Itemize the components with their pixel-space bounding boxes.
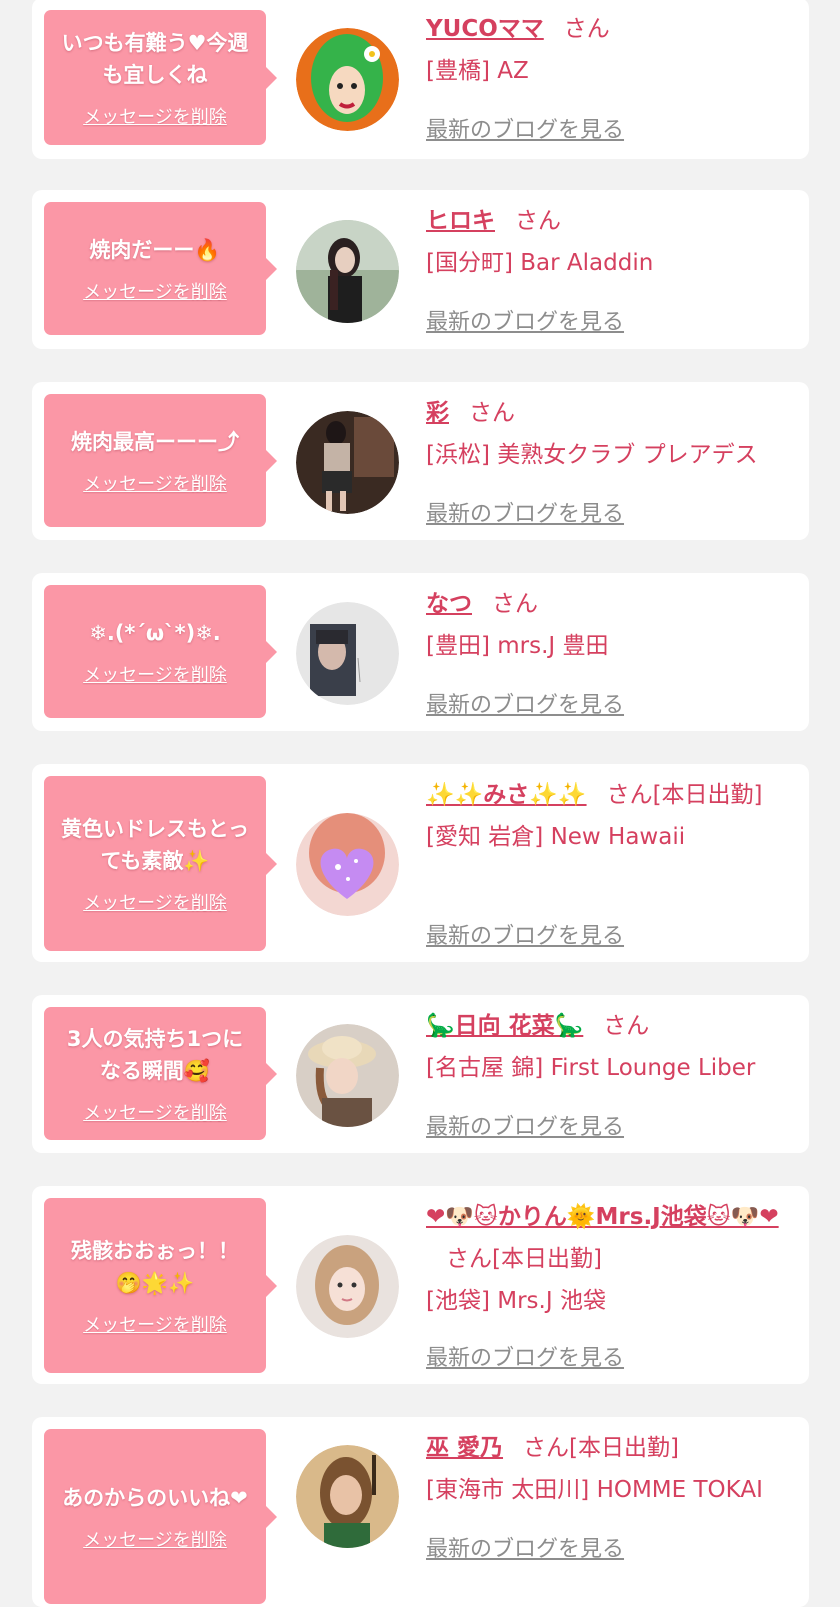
profile-info: YUCOママ さん [豊橋] AZ bbox=[426, 8, 797, 92]
profile-info: 巫 愛乃 さん[本日出勤] [東海市 太田川] HOMME TOKAI bbox=[426, 1427, 797, 1511]
honorific: さん[本日出勤] bbox=[606, 782, 763, 808]
shop-info: [池袋] Mrs.J 池袋 bbox=[426, 1288, 606, 1314]
message-card: 残骸おおぉっ！！🤭🌟✨ メッセージを削除 ❤🐶🐱かりん🌞Mrs.J池袋🐱🐶❤ さん… bbox=[32, 1186, 809, 1384]
name-line: YUCOママ さん bbox=[426, 8, 797, 50]
girl-name-link[interactable]: YUCOママ bbox=[426, 16, 544, 42]
profile-info: 彩さん [浜松] 美熟女クラブ プレアデス bbox=[426, 392, 797, 476]
name-line: 彩さん bbox=[426, 392, 797, 434]
latest-blog-link[interactable]: 最新のブログを見る bbox=[426, 1109, 624, 1141]
profile-info: ヒロキ さん [国分町] Bar Aladdin bbox=[426, 200, 797, 284]
profile-info: 🦕日向 花菜🦕 さん [名古屋 錦] First Lounge Liber bbox=[426, 1005, 797, 1089]
message-bubble: ❄.(*´ω`*)❄. メッセージを削除 bbox=[44, 585, 277, 718]
shop-info: [愛知 岩倉] New Hawaii bbox=[426, 824, 686, 850]
message-card: ❄.(*´ω`*)❄. メッセージを削除 なつ さん [豊田] mrs.J 豊田 … bbox=[32, 573, 809, 731]
avatar-image bbox=[296, 602, 399, 705]
avatar[interactable] bbox=[296, 220, 399, 323]
message-text: いつも有難う♥今週も宜しくね bbox=[61, 30, 249, 87]
name-line: なつ さん bbox=[426, 583, 797, 625]
latest-blog-link[interactable]: 最新のブログを見る bbox=[426, 112, 624, 144]
honorific: さん bbox=[603, 1013, 650, 1039]
shop-info: [浜松] 美熟女クラブ プレアデス bbox=[426, 442, 758, 468]
avatar-image bbox=[296, 1445, 399, 1548]
latest-blog-link[interactable]: 最新のブログを見る bbox=[426, 304, 624, 336]
name-line: ❤🐶🐱かりん🌞Mrs.J池袋🐱🐶❤ さん[本日出勤] bbox=[426, 1196, 797, 1280]
delete-message-link[interactable]: メッセージを削除 bbox=[83, 1526, 227, 1552]
message-card: いつも有難う♥今週も宜しくね メッセージを削除 YUCOママ さん [豊橋] AZ… bbox=[32, 0, 809, 159]
latest-blog-link[interactable]: 最新のブログを見る bbox=[426, 918, 624, 950]
delete-message-link[interactable]: メッセージを削除 bbox=[83, 889, 227, 915]
avatar[interactable] bbox=[296, 602, 399, 705]
avatar-image bbox=[296, 1024, 399, 1127]
avatar-image bbox=[296, 411, 399, 514]
message-bubble: 焼肉だーー🔥 メッセージを削除 bbox=[44, 202, 277, 335]
shop-info: [名古屋 錦] First Lounge Liber bbox=[426, 1055, 756, 1081]
message-bubble: 黄色いドレスもとっても素敵✨ メッセージを削除 bbox=[44, 776, 277, 951]
message-text: 焼肉最高ーーー⤴ bbox=[71, 429, 239, 454]
delete-message-link[interactable]: メッセージを削除 bbox=[83, 661, 227, 687]
avatar-image bbox=[296, 220, 399, 323]
message-text: 残骸おおぉっ！！🤭🌟✨ bbox=[71, 1238, 239, 1295]
message-bubble: 3人の気持ち1つになる瞬間🥰 メッセージを削除 bbox=[44, 1007, 277, 1140]
delete-message-link[interactable]: メッセージを削除 bbox=[83, 103, 227, 129]
girl-name-link[interactable]: なつ bbox=[426, 591, 472, 617]
shop-info: [国分町] Bar Aladdin bbox=[426, 250, 654, 276]
profile-info: ✨✨みさ✨✨ さん[本日出勤] [愛知 岩倉] New Hawaii bbox=[426, 774, 797, 858]
profile-info: なつ さん [豊田] mrs.J 豊田 bbox=[426, 583, 797, 667]
honorific: さん bbox=[515, 208, 561, 234]
avatar[interactable] bbox=[296, 1024, 399, 1127]
message-text: 黄色いドレスもとっても素敵✨ bbox=[61, 816, 249, 873]
message-bubble: 焼肉最高ーーー⤴ メッセージを削除 bbox=[44, 394, 277, 527]
avatar[interactable] bbox=[296, 813, 399, 916]
avatar[interactable] bbox=[296, 1445, 399, 1548]
message-text: ❄.(*´ω`*)❄. bbox=[89, 620, 221, 645]
delete-message-link[interactable]: メッセージを削除 bbox=[83, 1099, 227, 1125]
message-text: 焼肉だーー🔥 bbox=[89, 237, 221, 262]
avatar-image bbox=[296, 28, 399, 131]
shop-info: [豊田] mrs.J 豊田 bbox=[426, 633, 609, 659]
girl-name-link[interactable]: ❤🐶🐱かりん🌞Mrs.J池袋🐱🐶❤ bbox=[426, 1204, 779, 1230]
name-line: ✨✨みさ✨✨ さん[本日出勤] bbox=[426, 774, 797, 816]
message-card: 焼肉最高ーーー⤴ メッセージを削除 彩さん [浜松] 美熟女クラブ プレアデス … bbox=[32, 382, 809, 540]
honorific: さん bbox=[563, 16, 610, 42]
message-card: 3人の気持ち1つになる瞬間🥰 メッセージを削除 🦕日向 花菜🦕 さん [名古屋 錦… bbox=[32, 995, 809, 1153]
message-card: 黄色いドレスもとっても素敵✨ メッセージを削除 ✨✨みさ✨✨ さん[本日出勤] [… bbox=[32, 764, 809, 962]
honorific: さん[本日出勤] bbox=[446, 1246, 602, 1272]
latest-blog-link[interactable]: 最新のブログを見る bbox=[426, 496, 624, 528]
profile-info: ❤🐶🐱かりん🌞Mrs.J池袋🐱🐶❤ さん[本日出勤] [池袋] Mrs.J 池袋 bbox=[426, 1196, 797, 1322]
honorific: さん bbox=[492, 591, 538, 617]
message-text: 3人の気持ち1つになる瞬間🥰 bbox=[66, 1026, 244, 1083]
latest-blog-link[interactable]: 最新のブログを見る bbox=[426, 687, 624, 719]
delete-message-link[interactable]: メッセージを削除 bbox=[83, 1311, 227, 1337]
girl-name-link[interactable]: 巫 愛乃 bbox=[426, 1435, 503, 1461]
honorific: さん[本日出勤] bbox=[523, 1435, 679, 1461]
message-card: 焼肉だーー🔥 メッセージを削除 ヒロキ さん [国分町] Bar Aladdin … bbox=[32, 190, 809, 349]
shop-info: [豊橋] AZ bbox=[426, 58, 529, 84]
avatar-image bbox=[296, 1235, 399, 1338]
girl-name-link[interactable]: ✨✨みさ✨✨ bbox=[426, 782, 587, 808]
name-line: 巫 愛乃 さん[本日出勤] bbox=[426, 1427, 797, 1469]
message-bubble: いつも有難う♥今週も宜しくね メッセージを削除 bbox=[44, 10, 277, 145]
girl-name-link[interactable]: 彩 bbox=[426, 400, 449, 426]
avatar[interactable] bbox=[296, 411, 399, 514]
shop-info: [東海市 太田川] HOMME TOKAI bbox=[426, 1477, 763, 1503]
name-line: ヒロキ さん bbox=[426, 200, 797, 242]
message-card: あのからのいいね❤ メッセージを削除 巫 愛乃 さん[本日出勤] [東海市 太田川… bbox=[32, 1417, 809, 1607]
girl-name-link[interactable]: 🦕日向 花菜🦕 bbox=[426, 1013, 583, 1039]
avatar[interactable] bbox=[296, 28, 399, 131]
avatar[interactable] bbox=[296, 1235, 399, 1338]
delete-message-link[interactable]: メッセージを削除 bbox=[83, 278, 227, 304]
avatar-image bbox=[296, 813, 399, 916]
delete-message-link[interactable]: メッセージを削除 bbox=[83, 470, 227, 496]
message-text: あのからのいいね❤ bbox=[62, 1485, 248, 1510]
message-bubble: あのからのいいね❤ メッセージを削除 bbox=[44, 1429, 277, 1604]
girl-name-link[interactable]: ヒロキ bbox=[426, 208, 495, 234]
honorific: さん bbox=[469, 400, 515, 426]
latest-blog-link[interactable]: 最新のブログを見る bbox=[426, 1531, 624, 1563]
message-bubble: 残骸おおぉっ！！🤭🌟✨ メッセージを削除 bbox=[44, 1198, 277, 1373]
name-line: 🦕日向 花菜🦕 さん bbox=[426, 1005, 797, 1047]
latest-blog-link[interactable]: 最新のブログを見る bbox=[426, 1340, 624, 1372]
